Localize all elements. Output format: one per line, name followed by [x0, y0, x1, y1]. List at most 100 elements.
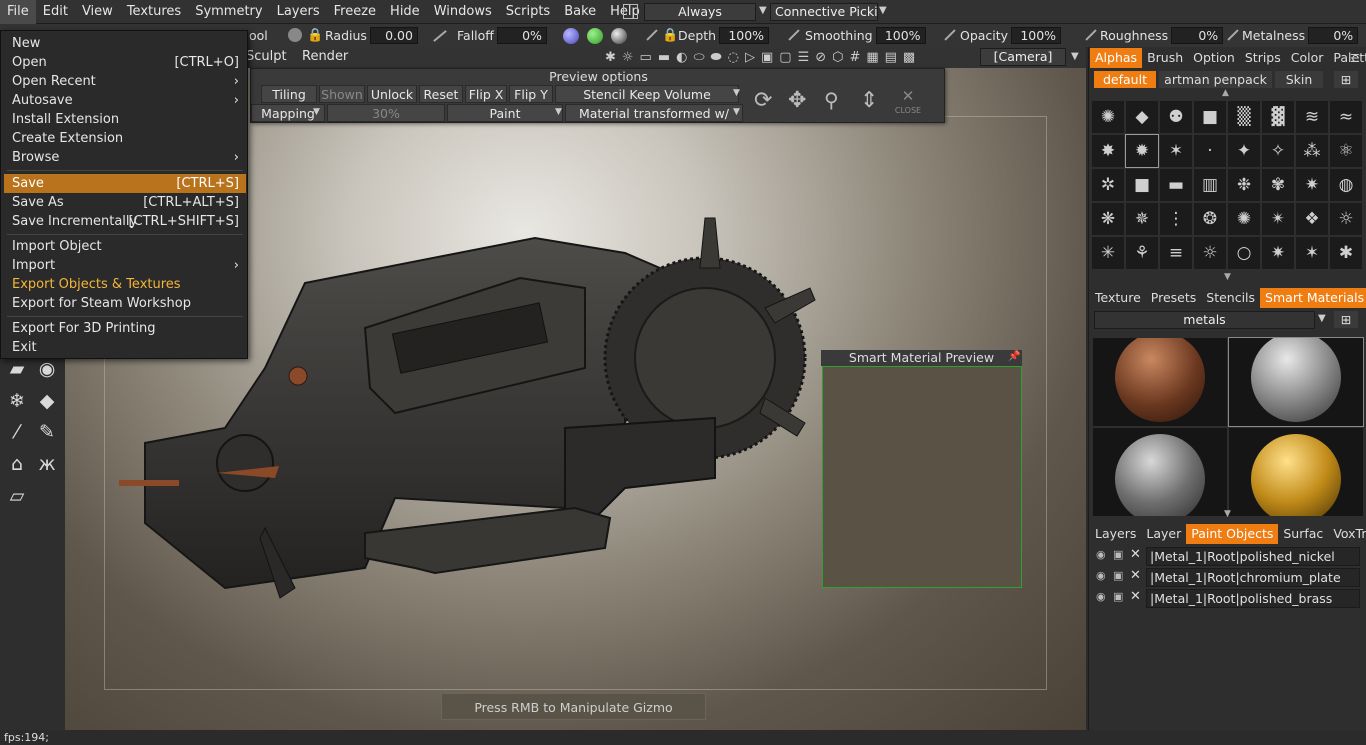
percent-slider[interactable]: 30% — [327, 104, 445, 122]
panel-menu-icon[interactable]: ☰ — [1350, 52, 1360, 65]
alpha-thumbnail[interactable]: ✶ — [1296, 237, 1328, 269]
delete-icon[interactable]: ✕ — [1130, 568, 1141, 583]
paint-object-row[interactable]: ◉ ▣ ✕ |Metal_1|Root|polished_nickel — [1092, 547, 1362, 566]
alpha-set-skin[interactable]: Skin — [1275, 71, 1323, 88]
connective-dropdown[interactable]: Connective Picki — [770, 3, 878, 21]
ruler-tool-icon[interactable]: ▱ — [3, 482, 31, 510]
alpha-thumbnail[interactable]: ✸ — [1092, 135, 1124, 167]
alpha-thumbnail[interactable]: ▬ — [1160, 169, 1192, 201]
alpha-thumbnail[interactable]: ✷ — [1296, 169, 1328, 201]
viewport-tool-icons[interactable]: ✱☼▭▬◐⬭⬬◌▷▣▢☰⊘⬡#▦▤▩ — [605, 50, 921, 65]
alpha-thumbnail[interactable]: ○ — [1228, 237, 1260, 269]
pen-icon[interactable] — [288, 28, 302, 42]
visibility-tool-icon[interactable]: ◉ — [33, 355, 61, 383]
picker-tool-icon[interactable]: ✎ — [33, 418, 61, 446]
shown-button[interactable]: Shown — [319, 85, 365, 103]
move-icon[interactable]: ✥ — [788, 88, 806, 113]
alpha-thumbnail[interactable]: ❋ — [1092, 203, 1124, 235]
menu-item-export-3d-printing[interactable]: Export For 3D Printing — [4, 319, 246, 338]
alpha-thumbnail[interactable]: ◍ — [1330, 169, 1362, 201]
paint-object-name[interactable]: |Metal_1|Root|polished_nickel — [1146, 547, 1360, 566]
alpha-thumbnail[interactable]: ◆ — [1126, 101, 1158, 133]
alpha-set-default[interactable]: default — [1094, 71, 1156, 88]
tab-texture[interactable]: Texture — [1090, 288, 1146, 308]
filter-chevron-icon[interactable]: ▼ — [1318, 313, 1326, 324]
tab-render[interactable]: Render — [302, 49, 348, 64]
metalness-field[interactable]: Metalness 0% — [1242, 27, 1359, 45]
metalness-value[interactable]: 0% — [1308, 27, 1359, 44]
depth-value[interactable]: 100% — [719, 27, 770, 44]
material-filter-dropdown[interactable]: metals — [1094, 311, 1315, 329]
delete-icon[interactable]: ✕ — [1130, 589, 1141, 604]
alpha-thumbnail[interactable]: ✵ — [1126, 203, 1158, 235]
menu-item-autosave[interactable]: Autosave › — [4, 91, 246, 110]
menu-windows[interactable]: Windows — [427, 0, 499, 24]
reset-button[interactable]: Reset — [419, 85, 463, 103]
tab-sculpt[interactable]: Sculpt — [246, 49, 287, 64]
camera-dropdown[interactable]: [Camera] — [980, 48, 1066, 66]
menu-freeze[interactable]: Freeze — [327, 0, 383, 24]
alpha-thumbnail[interactable]: ≈ — [1330, 101, 1362, 133]
alpha-thumbnail[interactable]: ✱ — [1330, 237, 1362, 269]
smoothing-field[interactable]: Smoothing 100% — [805, 27, 926, 45]
menu-item-install-extension[interactable]: Install Extension — [4, 110, 246, 129]
menu-view[interactable]: View — [75, 0, 120, 24]
menu-item-save-incrementally[interactable]: Save Incrementally [CTRL+SHIFT+S] — [4, 212, 246, 231]
eraser-tool-icon[interactable]: ▰ — [3, 355, 31, 383]
eye-icon[interactable]: ◉ — [1096, 590, 1106, 603]
alpha-thumbnail[interactable]: ■ — [1126, 169, 1158, 201]
flip-x-button[interactable]: Flip X — [465, 85, 507, 103]
alpha-thumbnail[interactable]: ❖ — [1296, 203, 1328, 235]
gloss-sphere-icon[interactable] — [611, 28, 627, 44]
alpha-thumbnail[interactable]: ⚉ — [1160, 101, 1192, 133]
material-nickel[interactable] — [1228, 337, 1364, 427]
alpha-thumbnail[interactable]: ✾ — [1262, 169, 1294, 201]
radius-field[interactable]: Radius 0.00 — [325, 27, 418, 45]
fill-tool-icon[interactable]: ◆ — [33, 387, 61, 415]
alpha-thumbnail[interactable]: ✺ — [1092, 101, 1124, 133]
alpha-thumbnail[interactable]: ▥ — [1194, 169, 1226, 201]
depth-field[interactable]: Depth 100% — [678, 27, 770, 45]
tab-smart-materials[interactable]: Smart Materials — [1260, 288, 1366, 308]
close-label[interactable]: CLOSE — [890, 106, 926, 115]
flip-y-button[interactable]: Flip Y — [509, 85, 553, 103]
menu-hide[interactable]: Hide — [383, 0, 427, 24]
menu-textures[interactable]: Textures — [120, 0, 188, 24]
menu-item-save[interactable]: Save [CTRL+S] — [4, 174, 246, 193]
tab-palette[interactable]: Palette — [1328, 48, 1366, 68]
tab-stencils[interactable]: Stencils — [1201, 288, 1260, 308]
menu-item-browse[interactable]: Browse › — [4, 148, 246, 167]
lock-icon[interactable]: ▣ — [1113, 548, 1123, 561]
eye-icon[interactable]: ◉ — [1096, 569, 1106, 582]
tiling-button[interactable]: Tiling — [261, 85, 317, 103]
menu-item-import[interactable]: Import › — [4, 256, 246, 275]
always-chevron-icon[interactable]: ▼ — [759, 5, 767, 16]
lock-icon[interactable]: ▣ — [1113, 569, 1123, 582]
falloff-field[interactable]: Falloff 0% — [457, 27, 547, 45]
radius-value[interactable]: 0.00 — [369, 27, 418, 44]
tab-alphas[interactable]: Alphas — [1090, 48, 1143, 68]
alphas-scroll-down-icon[interactable]: ▼ — [1224, 272, 1231, 282]
always-dropdown[interactable]: Always — [644, 3, 756, 21]
paint-object-row[interactable]: ◉ ▣ ✕ |Metal_1|Root|polished_brass — [1092, 589, 1362, 608]
menu-item-import-object[interactable]: Import Object — [4, 237, 246, 256]
depth-lock-icon[interactable]: 🔒 — [662, 28, 678, 43]
alpha-thumbnail[interactable]: ✷ — [1262, 237, 1294, 269]
lock-icon[interactable]: ▣ — [1113, 590, 1123, 603]
menu-item-export-steam[interactable]: Export for Steam Workshop — [4, 294, 246, 313]
alpha-thumbnail[interactable]: ✳ — [1092, 237, 1124, 269]
tab-paint-objects[interactable]: Paint Objects — [1186, 524, 1279, 544]
alpha-thumbnail[interactable]: ≡ — [1160, 237, 1192, 269]
alpha-thumbnail[interactable]: ✹ — [1125, 134, 1159, 168]
material-copper[interactable] — [1093, 338, 1227, 426]
eye-icon[interactable]: ◉ — [1096, 548, 1106, 561]
paint-dropdown[interactable]: Paint — [447, 104, 563, 122]
material-chevron-icon[interactable]: ▼ — [733, 107, 740, 117]
alpha-thumbnail[interactable]: ▒ — [1228, 101, 1260, 133]
alpha-thumbnail[interactable]: ⚛ — [1330, 135, 1362, 167]
menu-item-open[interactable]: Open [CTRL+O] — [4, 53, 246, 72]
material-chromium[interactable] — [1093, 428, 1227, 516]
alpha-thumbnail[interactable]: ✶ — [1160, 135, 1192, 167]
menu-layers[interactable]: Layers — [270, 0, 327, 24]
tab-surface[interactable]: Surfac — [1278, 524, 1328, 544]
